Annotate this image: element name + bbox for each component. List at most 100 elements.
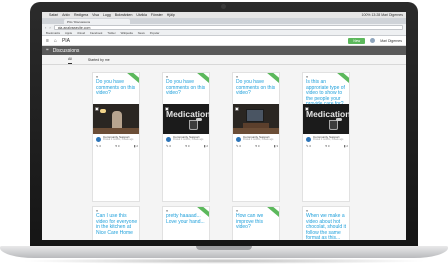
card-stats: ✎ 0 ♥ 0 ▮ 2	[96, 144, 138, 148]
tab-all[interactable]: All	[68, 57, 72, 64]
discussion-question[interactable]: pretty haaaad... Love your hand...	[166, 213, 208, 225]
card-stats: ✎ 0 ♥ 0 ▮ 2	[166, 144, 208, 148]
video-icon: ▣	[305, 106, 309, 111]
menu-item-redigera[interactable]: Redigera	[74, 13, 88, 17]
likes-count: ♥ 0	[255, 144, 260, 148]
lamp-shape	[100, 109, 106, 113]
menu-item-hjalp[interactable]: Hjälp	[167, 13, 175, 17]
author-avatar	[306, 136, 311, 142]
author-meta: Posted 2 months, 1 week ago	[173, 139, 204, 142]
menu-item-logg[interactable]: Logg	[103, 13, 111, 17]
comments-count: ✎ 0	[236, 144, 242, 148]
comments-count-value: 0	[99, 144, 102, 148]
discussion-card[interactable]: ❝ pretty haaaad... Love your hand...	[162, 206, 210, 240]
thumbnail-text: Medication	[166, 109, 210, 119]
filter-tabs: All Started by me	[42, 55, 406, 65]
menu-icon[interactable]: ≡	[46, 38, 49, 44]
bookmark-item[interactable]: News	[138, 31, 145, 35]
chat-bubbles-icon: ❝	[46, 47, 49, 54]
menu-item-utvikla[interactable]: Utvikla	[136, 13, 147, 17]
discussion-card[interactable]: ❝ How can we improve this video?	[232, 206, 280, 240]
bookmark-item[interactable]: Bookmarks	[46, 31, 60, 35]
tv-shape	[246, 109, 264, 122]
pill-cup-icon	[189, 120, 198, 130]
views-count: ▮ 2	[133, 144, 138, 148]
pill-icon	[336, 118, 342, 121]
menu-item-bokmarken[interactable]: Bokmärken	[115, 13, 133, 17]
app-title: PIA	[61, 37, 71, 44]
bookmark-item[interactable]: Wikipedia	[121, 31, 133, 35]
laptop-frame: Safari Arkiv Redigera Visa Logg Bokmärke…	[0, 0, 448, 266]
comments-count: ✎ 0	[306, 144, 312, 148]
menubar-status: 100% 13:28 Mari Digernes	[361, 13, 403, 17]
floor-shape	[93, 128, 139, 134]
likes-count: ♥ 0	[185, 144, 190, 148]
section-title: Discussions	[52, 47, 80, 54]
thumbnail-text: Medication	[306, 109, 350, 119]
bookmark-item[interactable]: iCloud	[77, 31, 85, 35]
author-meta: Posted 2 months, 1 week ago	[313, 139, 344, 142]
forward-icon[interactable]: ›	[49, 25, 50, 30]
views-count: ▮ 2	[203, 144, 208, 148]
video-icon: ▣	[95, 106, 99, 111]
laptop-notch	[196, 246, 252, 250]
pill-cup-icon	[329, 120, 338, 130]
video-thumbnail[interactable]: ▣	[93, 104, 139, 134]
likes-count-value: 0	[117, 144, 120, 148]
views-count-value: 3	[276, 144, 278, 148]
author-avatar	[96, 136, 101, 142]
discussion-card[interactable]: ❝ Is this an approriate type of video to…	[302, 72, 350, 202]
comments-count: ✎ 0	[166, 144, 172, 148]
discussion-card[interactable]: ❝ Can I use this video for everyone in t…	[92, 206, 140, 240]
new-discussion-button[interactable]: New	[348, 37, 366, 44]
likes-count-value: 0	[187, 144, 190, 148]
video-thumbnail[interactable]: Medication ▣	[163, 104, 210, 134]
section-header: ❝ Discussions	[42, 46, 406, 55]
discussion-card[interactable]: ❝ Do you have comments on this video? ▣ …	[92, 72, 140, 202]
author-info: Community Support Posted 2 months, 1 wee…	[306, 135, 344, 142]
video-icon: ▣	[235, 106, 239, 111]
avatar[interactable]	[370, 38, 376, 43]
author-avatar	[236, 136, 241, 142]
discussion-question[interactable]: How can we improve this video?	[236, 213, 278, 231]
webcam	[221, 4, 226, 9]
views-count: ▮ 3	[273, 144, 278, 148]
discussion-card[interactable]: ❝ Do you have comments on this video? Me…	[162, 72, 210, 202]
likes-count-value: 0	[327, 144, 330, 148]
menu-item-safari[interactable]: Safari	[49, 13, 58, 17]
app-header: ≡ ⌂ PIA New Mari Digernes	[42, 36, 406, 46]
discussion-question[interactable]: Do you have comments on this video?	[96, 79, 138, 97]
bookmark-item[interactable]: Twitter	[107, 31, 115, 35]
laptop-shadow	[20, 258, 428, 264]
user-name[interactable]: Mari Digernes	[380, 39, 402, 43]
bookmark-item[interactable]: Popular	[150, 31, 160, 35]
likes-count: ♥ 0	[325, 144, 330, 148]
bookmark-item[interactable]: Facebook	[90, 31, 102, 35]
browser-toolbar: ‹ › pia.analyseavite.com	[42, 24, 406, 31]
address-bar[interactable]: pia.analyseavite.com	[53, 25, 403, 30]
views-count-value: 2	[206, 144, 208, 148]
discussion-question[interactable]: Can I use this video for everyone in the…	[96, 213, 138, 236]
menu-item-fonster[interactable]: Fönster	[151, 13, 163, 17]
home-icon[interactable]: ⌂	[54, 38, 57, 44]
card-stats: ✎ 0 ♥ 0 ▮ 2	[306, 144, 348, 148]
pill-icon	[196, 118, 202, 121]
comments-count-value: 0	[239, 144, 242, 148]
comments-count-value: 0	[169, 144, 172, 148]
discussion-card[interactable]: ❝ Do you have comments on this video? ▣ …	[232, 72, 280, 202]
discussion-question[interactable]: Do you have comments on this video?	[236, 79, 278, 97]
tab-started-by-me[interactable]: Started by me	[88, 58, 110, 64]
floor-shape	[233, 128, 279, 134]
author-avatar	[166, 136, 171, 142]
bookmark-item[interactable]: Apple	[65, 31, 72, 35]
discussion-card[interactable]: ❝ When we make a video about hot chocola…	[302, 206, 350, 240]
video-thumbnail[interactable]: Medication ▣	[303, 104, 350, 134]
discussion-question[interactable]: When we make a video about hot chocolat,…	[306, 213, 348, 240]
menu-item-visa[interactable]: Visa	[92, 13, 99, 17]
back-icon[interactable]: ‹	[45, 25, 46, 30]
comments-count: ✎ 0	[96, 144, 102, 148]
menu-item-arkiv[interactable]: Arkiv	[62, 13, 70, 17]
video-thumbnail[interactable]: ▣	[233, 104, 279, 134]
author-info: Community Support Posted 2 months, 1 wee…	[166, 135, 204, 142]
discussion-question[interactable]: Do you have comments on this video?	[166, 79, 208, 97]
